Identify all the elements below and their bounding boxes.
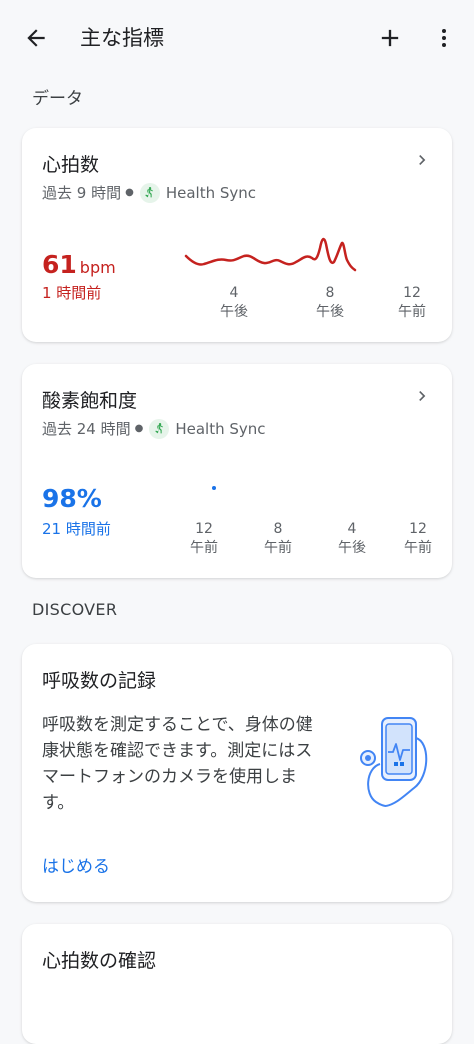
source-text: Health Sync [165,183,257,202]
app-bar: 主な指標 [0,0,474,76]
oxygen-saturation-datapoint [212,486,216,490]
section-data-label: データ [32,89,83,109]
heart-rate-value: 61 bpm [42,250,116,279]
source-text: Health Sync [175,419,266,438]
period-text: 過去 24 時間 [42,420,131,438]
more-options-button[interactable] [430,20,458,56]
start-button[interactable]: はじめる [42,852,110,877]
separator-dot: ● [125,187,134,198]
heart-rate-number: 61 [42,250,77,279]
health-sync-icon [139,182,160,203]
chevron-right-icon [419,391,426,401]
phone-stethoscope-illustration [360,717,428,807]
section-discover-label: DISCOVER [32,600,118,619]
heart-rate-ago: 1 時間前 [42,284,102,302]
heart-rate-unit: bpm [79,258,116,277]
hr-tick-1: 4 午後 [220,285,248,320]
page-title: 主な指標 [80,26,164,50]
spo2-tick-1: 12 午前 [190,521,218,556]
health-sync-icon [149,418,170,439]
oxygen-saturation-ago: 21 時間前 [42,520,111,538]
hr-tick-3: 12 午前 [398,285,426,320]
chevron-right-icon [419,155,426,165]
heart-rate-card[interactable]: 心拍数 過去 9 時間 ● Health Sync 61 bpm 1 時間前 4午… [22,128,452,342]
heart-rate-title: 心拍数 [42,154,100,176]
respiratory-rate-title: 呼吸数の記録 [42,670,157,692]
heart-rate-subline: 過去 9 時間 ● Health Sync [42,182,256,203]
add-button[interactable] [372,20,408,56]
spo2-tick-2: 8 午前 [264,521,292,556]
back-button[interactable] [20,22,52,54]
oxygen-saturation-card[interactable]: 酸素飽和度 過去 24 時間 ● Health Sync 98% 21 時間前 … [22,364,452,578]
period-text: 過去 9 時間 [42,184,122,202]
hr-tick-2: 8 午後 [316,285,344,320]
separator-dot: ● [134,423,144,434]
plus-icon [381,29,399,47]
arrow-back-icon [27,29,45,47]
oxygen-saturation-value: 98% [42,484,102,513]
heart-rate-check-title: 心拍数の確認 [42,950,157,972]
heart-rate-check-card[interactable]: 心拍数の確認 [22,924,452,1044]
respiratory-rate-description: 呼吸数を測定することで、身体の健 康状態を確認できます。測定にはス マートフォン… [42,715,313,813]
spo2-tick-4: 12 午前 [404,521,432,556]
oxygen-saturation-subline: 過去 24 時間 ● Health Sync [42,418,266,439]
heart-rate-sparkline [184,237,357,272]
respiratory-rate-card: 呼吸数の記録 呼吸数を測定することで、身体の健 康状態を確認できます。測定にはス… [22,644,452,902]
spo2-tick-3: 4 午後 [338,521,366,556]
more-vert-icon [442,29,446,47]
oxygen-saturation-title: 酸素飽和度 [42,390,138,412]
